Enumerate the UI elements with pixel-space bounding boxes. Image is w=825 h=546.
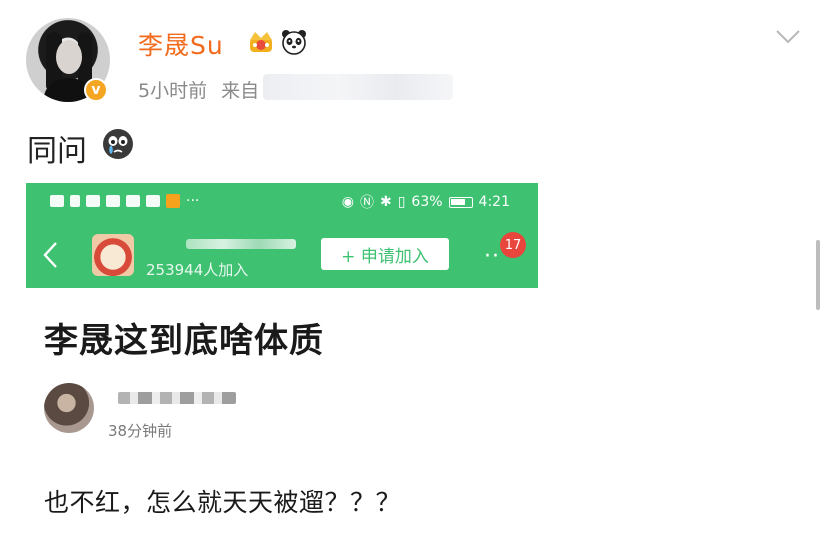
chevron-down-icon[interactable] (775, 28, 801, 46)
poster-avatar[interactable] (44, 383, 94, 433)
status-icons-right: ◉ Ⓝ ✱ ▯ 63% 4:21 (342, 192, 510, 212)
battery-icon (448, 196, 473, 208)
post-meta: 5小时前 来自 (138, 74, 454, 103)
group-header: 253944人加入 + 申请加入 ·· 17 (26, 220, 538, 288)
username[interactable]: 李晟Su (138, 26, 224, 62)
hd-icon (50, 195, 64, 207)
group-name-redacted (186, 239, 296, 249)
taobao-icon (166, 194, 180, 208)
notification-badge[interactable]: 17 (500, 232, 526, 258)
embedded-screenshot[interactable]: ··· ◉ Ⓝ ✱ ▯ 63% 4:21 253944人加入 + 申请加入 ··… (26, 183, 538, 546)
avatar-face (56, 40, 82, 74)
crown-icon (250, 32, 272, 52)
wifi-icon (86, 195, 100, 207)
vibrate-icon: ▯ (397, 194, 406, 210)
bluetooth-icon: ✱ (379, 194, 392, 210)
more-icon: ··· (186, 193, 200, 209)
status-icons-left: ··· (50, 193, 199, 209)
more-dots-icon[interactable]: ·· (484, 244, 500, 269)
post-source-prefix: 来自 (221, 80, 260, 102)
post-source-redacted (263, 74, 454, 100)
app-icon (106, 195, 120, 207)
scrollbar[interactable] (816, 240, 820, 310)
group-member-count: 253944人加入 (146, 261, 249, 279)
chat-icon (126, 195, 140, 207)
poster-name-redacted (118, 392, 236, 404)
panda-icon (282, 30, 306, 55)
article-body: 也不红，怎么就天天被遛？？？ (44, 488, 402, 517)
crying-emoji-icon (103, 129, 133, 159)
verified-badge-icon: v (84, 78, 108, 102)
post-text: 同问 (27, 134, 87, 169)
phone-status-bar: ··· ◉ Ⓝ ✱ ▯ 63% 4:21 (26, 183, 538, 220)
back-arrow-icon[interactable] (42, 241, 58, 269)
status-time: 4:21 (478, 194, 510, 210)
eye-icon: ◉ (341, 194, 354, 210)
join-group-button[interactable]: + 申请加入 (321, 238, 449, 270)
camera-icon (146, 195, 160, 207)
battery-percent: 63% (411, 194, 443, 210)
signal-icon (70, 195, 80, 207)
article-title: 李晟这到底啥体质 (44, 321, 324, 361)
group-avatar[interactable] (92, 234, 134, 276)
post-time: 5小时前 (138, 80, 208, 102)
article-post-time: 38分钟前 (108, 422, 173, 440)
nfc-icon: Ⓝ (359, 195, 374, 211)
